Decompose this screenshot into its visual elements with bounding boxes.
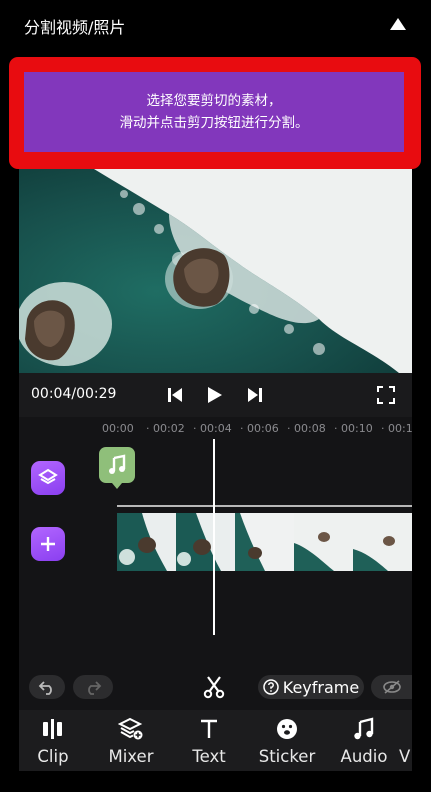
ruler-tick: · 00:06 — [240, 422, 279, 435]
keyframe-button[interactable]: Keyframe — [258, 675, 364, 699]
tool-label: Audio — [340, 747, 388, 766]
tool-more[interactable]: V — [399, 710, 412, 771]
video-preview[interactable] — [19, 169, 412, 373]
video-clip-strip[interactable] — [117, 513, 412, 571]
editor-screenshot: 00:04/00:29 00:00 · 00:02 · 00:04 · 00:0… — [19, 169, 412, 771]
tool-text[interactable]: Text — [174, 710, 244, 771]
page-title: 分割视频/照片 — [24, 18, 126, 37]
redo-button[interactable] — [73, 675, 113, 699]
undo-icon — [38, 681, 52, 695]
playhead[interactable] — [213, 439, 215, 635]
clip-icon — [43, 719, 62, 739]
eye-off-icon — [382, 680, 401, 694]
clip-thumbnail — [117, 513, 176, 571]
redo-icon — [88, 681, 102, 695]
tool-label: Text — [192, 747, 226, 766]
tool-audio[interactable]: Audio — [329, 710, 399, 771]
fullscreen-icon[interactable] — [376, 385, 396, 405]
playback-bar: 00:04/00:29 — [19, 373, 412, 417]
text-icon — [201, 719, 217, 738]
clip-thumbnail — [176, 513, 235, 571]
ruler-tick: · 00:12 — [381, 422, 412, 435]
tool-label: Mixer — [108, 747, 154, 766]
plus-icon — [41, 537, 55, 551]
ruler-tick: · 00:02 — [146, 422, 185, 435]
sticker-icon — [277, 719, 297, 739]
audio-track-line — [117, 505, 412, 507]
ruler-tick: · 00:04 — [193, 422, 232, 435]
undo-button[interactable] — [29, 675, 65, 699]
time-readout: 00:04/00:29 — [31, 386, 117, 402]
visibility-toggle[interactable] — [371, 675, 412, 699]
ruler-tick: · 00:08 — [287, 422, 326, 435]
keyframe-label: Keyframe — [282, 677, 360, 697]
layers-button[interactable] — [31, 461, 65, 495]
tool-mixer[interactable]: Mixer — [96, 710, 166, 771]
tool-label: V — [399, 747, 411, 766]
add-button[interactable] — [31, 527, 65, 561]
clip-thumbnail — [294, 513, 353, 571]
marker-pointer — [112, 483, 122, 489]
mixer-icon — [118, 717, 143, 740]
bottom-toolbar: Clip Mixer Text Sticker Audio V — [19, 710, 412, 771]
instruction-panel: 选择您要剪切的素材， 滑动并点击剪刀按钮进行分割。 — [24, 72, 404, 152]
scissors-icon[interactable] — [203, 675, 225, 699]
instruction-text: 选择您要剪切的素材， 滑动并点击剪刀按钮进行分割。 — [119, 93, 309, 131]
clip-thumbnail — [353, 513, 412, 571]
skip-back-icon[interactable] — [165, 385, 185, 405]
ruler-tick: · 00:10 — [334, 422, 373, 435]
layers-icon — [38, 468, 58, 485]
tool-label: Clip — [37, 747, 69, 766]
triangle-up-icon[interactable] — [389, 17, 407, 31]
help-circle-icon — [263, 679, 279, 695]
music-note-icon — [109, 454, 126, 474]
tool-clip[interactable]: Clip — [19, 710, 88, 771]
skip-forward-icon[interactable] — [245, 385, 265, 405]
play-icon[interactable] — [204, 385, 224, 405]
tool-label: Sticker — [258, 747, 316, 766]
clip-thumbnail — [235, 513, 294, 571]
music-track-marker[interactable] — [99, 447, 135, 483]
tool-sticker[interactable]: Sticker — [252, 710, 322, 771]
ruler-tick: 00:00 — [102, 422, 134, 435]
instruction-banner: 选择您要剪切的素材， 滑动并点击剪刀按钮进行分割。 — [9, 57, 421, 169]
audio-icon — [354, 717, 374, 740]
